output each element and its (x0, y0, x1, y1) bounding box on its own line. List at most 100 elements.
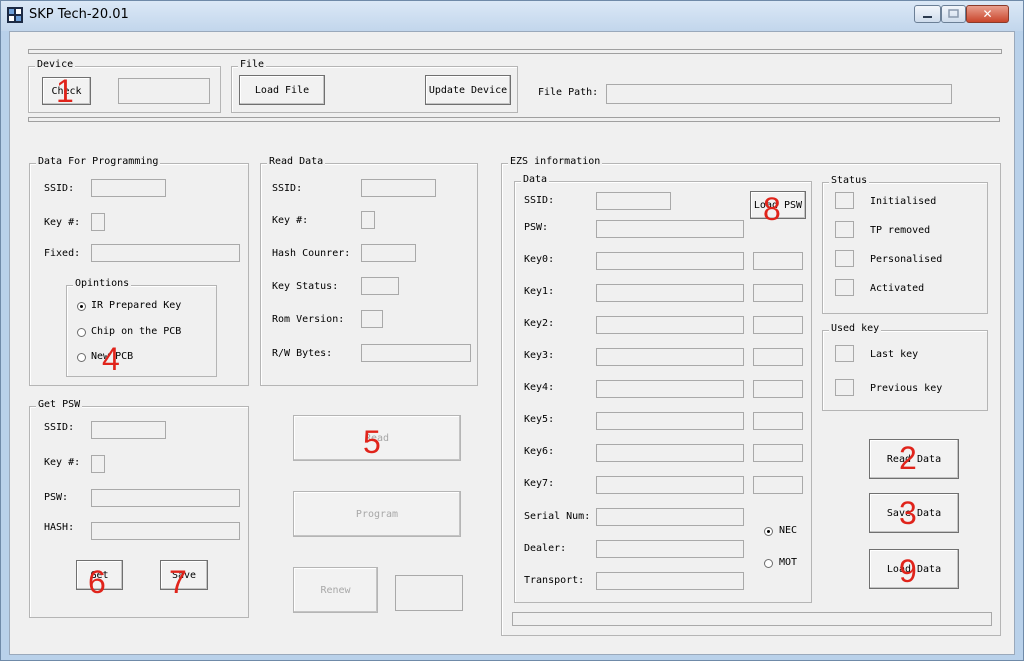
rw-bytes-label: R/W Bytes: (272, 348, 333, 359)
personalised-checkbox[interactable] (835, 250, 854, 267)
key0-field[interactable] (596, 252, 744, 270)
rw-bytes-field[interactable] (361, 344, 471, 362)
programming-group: Data For Programming SSID: Key #: Fixed:… (29, 156, 249, 386)
key3-field[interactable] (596, 348, 744, 366)
close-button[interactable]: ✕ (966, 5, 1009, 23)
device-group: Device Check (28, 59, 221, 113)
get-psw-ssid-field[interactable] (91, 421, 166, 439)
renew-button[interactable]: Renew (293, 567, 378, 613)
nec-label[interactable]: NEC (779, 525, 797, 536)
key4-field[interactable] (596, 380, 744, 398)
previous-key-checkbox[interactable] (835, 379, 854, 396)
serial-num-field[interactable] (596, 508, 744, 526)
ezs-legend: EZS information (508, 156, 603, 167)
new-pcb-radio[interactable] (77, 353, 86, 362)
load-file-button[interactable]: Load File (239, 75, 325, 105)
hash-counter-field[interactable] (361, 244, 416, 262)
program-button[interactable]: Program (293, 491, 461, 537)
last-key-checkbox[interactable] (835, 345, 854, 362)
get-psw-ssid-label: SSID: (44, 422, 75, 433)
ezs-ssid-field[interactable] (596, 192, 671, 210)
ezs-psw-field[interactable] (596, 220, 744, 238)
read-data-group: Read Data SSID: Key #: Hash Counrer: Key… (260, 156, 478, 386)
read-data-button[interactable]: Read Data (869, 439, 959, 479)
file-path-field[interactable] (606, 84, 952, 104)
ezs-data-group: Data SSID: Load PSW PSW: Key0: Key1: Key… (514, 174, 812, 603)
new-pcb-label[interactable]: New PCB (91, 351, 133, 362)
key2-counter-field[interactable] (753, 316, 803, 334)
check-button[interactable]: Check (42, 77, 91, 105)
get-psw-key-field[interactable] (91, 455, 105, 473)
save-data-button[interactable]: Save Data (869, 493, 959, 533)
last-key-label: Last key (870, 349, 919, 360)
transport-label: Transport: (524, 575, 585, 586)
programming-key-field[interactable] (91, 213, 105, 231)
read-ssid-label: SSID: (272, 183, 303, 194)
dealer-field[interactable] (596, 540, 744, 558)
save-psw-button[interactable]: Save (160, 560, 208, 590)
window-title: SKP Tech-20.01 (29, 7, 129, 22)
key1-field[interactable] (596, 284, 744, 302)
nec-radio[interactable] (764, 527, 773, 536)
programming-fixed-field[interactable] (91, 244, 240, 262)
update-device-button[interactable]: Update Device (425, 75, 511, 105)
maximize-icon (948, 9, 959, 18)
key1-counter-field[interactable] (753, 284, 803, 302)
status-group: Status Initialised TP removed Personalis… (822, 175, 988, 314)
initialised-checkbox[interactable] (835, 192, 854, 209)
programming-ssid-field[interactable] (91, 179, 166, 197)
load-psw-button[interactable]: Load PSW (750, 191, 806, 219)
status-legend: Status (829, 175, 870, 186)
device-status-field[interactable] (118, 78, 210, 104)
mot-radio[interactable] (764, 559, 773, 568)
ezs-ssid-label: SSID: (524, 195, 555, 206)
ir-prepared-key-label[interactable]: IR Prepared Key (91, 300, 181, 311)
read-ssid-field[interactable] (361, 179, 436, 197)
personalised-label: Personalised (870, 254, 943, 265)
key7-field[interactable] (596, 476, 744, 494)
key5-counter-field[interactable] (753, 412, 803, 430)
ir-prepared-key-radio[interactable] (77, 302, 86, 311)
key-status-field[interactable] (361, 277, 399, 295)
key3-counter-field[interactable] (753, 348, 803, 366)
activated-label: Activated (870, 283, 925, 294)
key6-field[interactable] (596, 444, 744, 462)
app-icon (7, 7, 23, 23)
tp-removed-checkbox[interactable] (835, 221, 854, 238)
get-psw-hash-field[interactable] (91, 522, 240, 540)
chip-on-pcb-label[interactable]: Chip on the PCB (91, 326, 181, 337)
key2-field[interactable] (596, 316, 744, 334)
chip-on-pcb-radio[interactable] (77, 328, 86, 337)
rom-version-field[interactable] (361, 310, 383, 328)
key5-field[interactable] (596, 412, 744, 430)
programming-key-label: Key #: (44, 217, 81, 228)
key4-label: Key4: (524, 382, 555, 393)
rom-version-label: Rom Version: (272, 314, 345, 325)
device-legend: Device (35, 59, 76, 70)
title-bar[interactable]: SKP Tech-20.01 ✕ (1, 1, 1023, 31)
key7-label: Key7: (524, 478, 555, 489)
maximize-button[interactable] (941, 5, 966, 23)
key0-counter-field[interactable] (753, 252, 803, 270)
key7-counter-field[interactable] (753, 476, 803, 494)
load-data-button[interactable]: Load Data (869, 549, 959, 589)
dealer-label: Dealer: (524, 543, 567, 554)
programming-fixed-label: Fixed: (44, 248, 81, 259)
key6-label: Key6: (524, 446, 555, 457)
used-key-legend: Used key (829, 323, 882, 334)
mot-label[interactable]: MOT (779, 557, 797, 568)
get-button[interactable]: Get (76, 560, 123, 590)
activated-checkbox[interactable] (835, 279, 854, 296)
hash-counter-label: Hash Counrer: (272, 248, 351, 259)
file-group: File Load File Update Device (231, 59, 518, 113)
key6-counter-field[interactable] (753, 444, 803, 462)
minimize-button[interactable] (914, 5, 941, 23)
serial-num-label: Serial Num: (524, 511, 591, 522)
ezs-group: EZS information Data SSID: Load PSW PSW:… (501, 156, 1001, 636)
get-psw-psw-field[interactable] (91, 489, 240, 507)
transport-field[interactable] (596, 572, 744, 590)
read-button[interactable]: Read (293, 415, 461, 461)
key4-counter-field[interactable] (753, 380, 803, 398)
read-key-field[interactable] (361, 211, 375, 229)
renew-count-field[interactable] (395, 575, 463, 611)
